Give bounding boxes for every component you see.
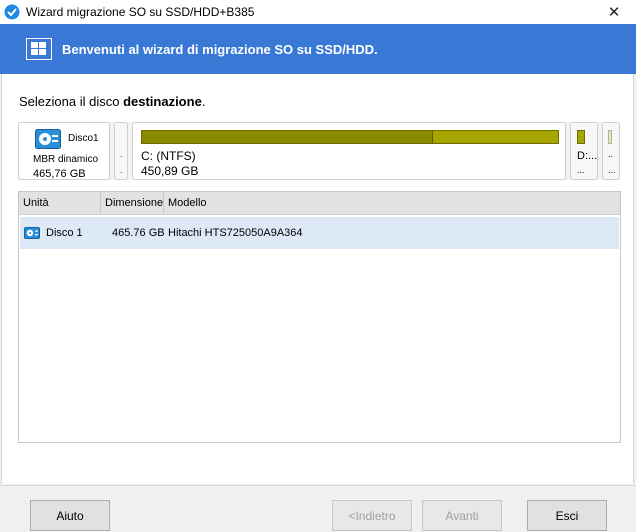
partition-d-label: D:... [577,150,598,162]
back-button[interactable]: <Indietro [332,500,412,531]
partition-c-used-fill [142,131,434,143]
windows-migrate-icon [26,38,52,60]
table-row[interactable]: Disco 1 465.76 GB Hitachi HTS725050A9A36… [20,217,619,249]
row-size: 465.76 GB [112,227,165,239]
partition-d-usage-bar [577,130,585,144]
wizard-app-icon [4,4,20,20]
disk-table: Unità Dimensione Modello Disco 1 465.76 … [18,191,621,443]
disk-size: 465,76 GB [33,168,86,180]
disk-map: Disco1 MBR dinamico 465,76 GB . . C: (NT… [18,122,620,180]
partition-reserved[interactable]: . . [114,122,128,180]
disk-name: Disco1 [68,133,99,144]
partition-e[interactable]: .. ... [602,122,620,180]
header-banner: Benvenuti al wizard di migrazione SO su … [0,24,636,74]
select-target-prompt: Seleziona il disco destinazione. [19,94,206,109]
partition-c-label: C: (NTFS) [141,149,196,163]
disk-info-card[interactable]: Disco1 MBR dinamico 465,76 GB [18,122,110,180]
partition-e-usage-bar [608,130,612,144]
row-unit: Disco 1 [46,227,83,239]
hard-disk-icon [35,129,61,149]
prompt-bold: destinazione [123,94,202,109]
main-panel: Seleziona il disco destinazione. Disco1 … [1,74,634,484]
close-icon: ✕ [607,4,621,21]
disk-type: MBR dinamico [33,154,99,165]
column-header-unit[interactable]: Unità [19,192,101,215]
footer-divider [0,485,636,486]
column-header-model[interactable]: Modello [164,192,620,215]
partition-c-size: 450,89 GB [141,164,199,178]
title-bar: Wizard migrazione SO su SSD/HDD+B385 ✕ [0,0,636,24]
partition-c[interactable]: C: (NTFS) 450,89 GB [132,122,566,180]
banner-title: Benvenuti al wizard di migrazione SO su … [62,41,378,57]
hard-disk-small-icon [24,227,40,239]
next-button[interactable]: Avanti [422,500,502,531]
close-button[interactable]: ✕ [592,0,636,24]
table-header: Unità Dimensione Modello [19,192,620,215]
help-button[interactable]: Aiuto [30,500,110,531]
partition-d[interactable]: D:... ... [570,122,598,180]
row-model: Hitachi HTS725050A9A364 [168,227,303,239]
window-title: Wizard migrazione SO su SSD/HDD+B385 [26,5,255,19]
partition-c-usage-bar [141,130,559,144]
column-header-size[interactable]: Dimensione [101,192,164,215]
exit-button[interactable]: Esci [527,500,607,531]
